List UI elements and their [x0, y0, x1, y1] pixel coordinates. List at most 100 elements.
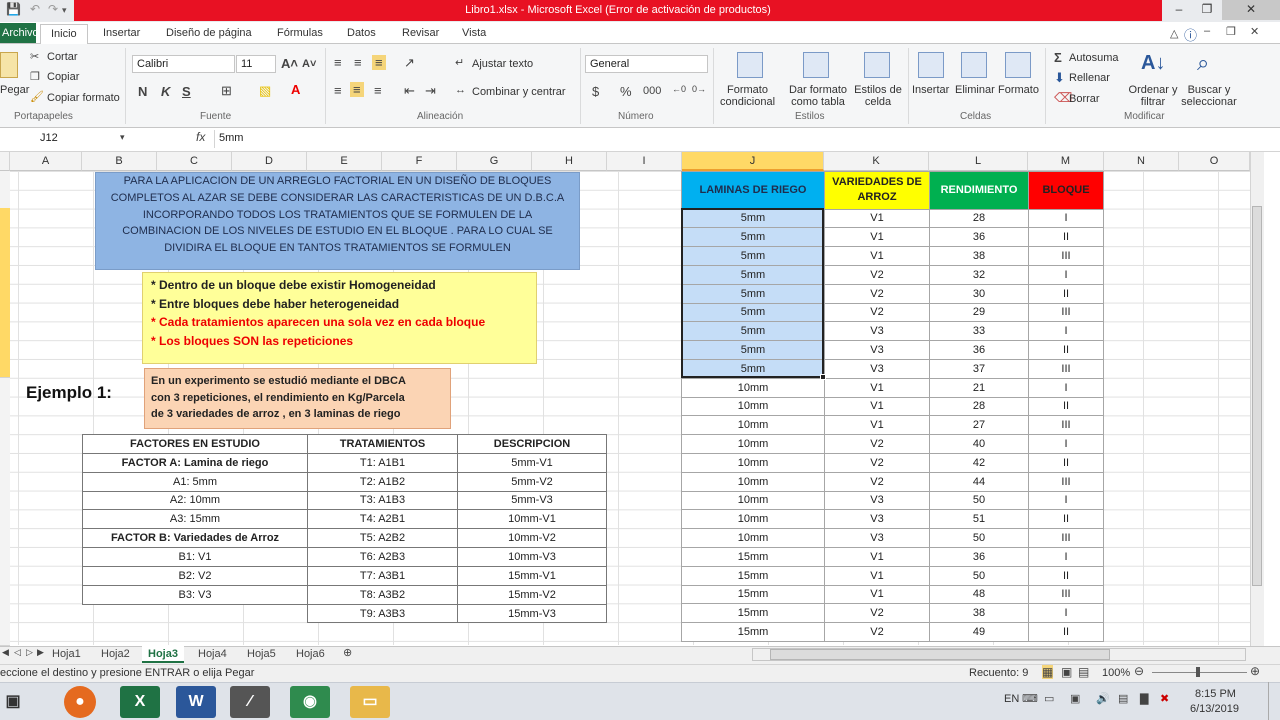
cell-laminas[interactable]: 5mm	[681, 208, 825, 229]
column-header[interactable]: I	[607, 152, 682, 171]
cell-laminas[interactable]: 10mm	[681, 415, 825, 436]
column-header[interactable]: N	[1104, 152, 1179, 171]
cell-rendimiento[interactable]: 49	[929, 622, 1029, 642]
cell-laminas[interactable]: 10mm	[681, 490, 825, 511]
cell-rendimiento[interactable]: 28	[929, 208, 1029, 229]
align-bottom-icon[interactable]: ≡	[372, 55, 386, 70]
cell-variedad[interactable]: V3	[824, 490, 930, 511]
cell-variedad[interactable]: V3	[824, 340, 930, 360]
column-header[interactable]: G	[457, 152, 532, 171]
column-header[interactable]: E	[307, 152, 382, 171]
bold-button[interactable]: N	[138, 84, 147, 99]
first-sheet-icon[interactable]: ◀	[2, 647, 9, 658]
cell-rendimiento[interactable]: 48	[929, 584, 1029, 605]
increase-decimal-icon[interactable]: ←0	[672, 84, 686, 94]
column-header[interactable]: C	[157, 152, 232, 171]
paste-button[interactable]: Pegar	[0, 84, 29, 96]
cell-bloque[interactable]: I	[1028, 321, 1104, 342]
font-size-select[interactable]: 11	[236, 55, 276, 73]
cell-bloque[interactable]: III	[1028, 302, 1104, 323]
cell-variedad[interactable]: V3	[824, 509, 930, 530]
redo-icon[interactable]: ↷	[48, 2, 58, 16]
cell-variedad[interactable]: V1	[824, 377, 930, 398]
cell-variedad[interactable]: V2	[824, 471, 930, 492]
insert-cells-button[interactable]: Insertar	[912, 84, 949, 96]
new-sheet-icon[interactable]: ⊕	[343, 646, 352, 659]
zoom-in-icon[interactable]: ⊕	[1250, 664, 1260, 678]
power-icon[interactable]: ✖	[1160, 692, 1169, 705]
tab-datos[interactable]: Datos	[347, 27, 376, 39]
cell-rendimiento[interactable]: 37	[929, 358, 1029, 379]
cell-laminas[interactable]: 15mm	[681, 603, 825, 624]
cell-variedad[interactable]: V1	[824, 396, 930, 417]
undo-icon[interactable]: ↶	[30, 2, 40, 16]
tab-diseno-pagina[interactable]: Diseño de página	[166, 27, 252, 39]
page-layout-icon[interactable]: ▣	[1061, 665, 1072, 679]
increase-indent-icon[interactable]: ⇥	[425, 83, 436, 99]
cell-bloque[interactable]: III	[1028, 584, 1104, 605]
cut-button[interactable]: Cortar	[47, 51, 78, 63]
cell-bloque[interactable]: III	[1028, 415, 1104, 436]
cell-laminas[interactable]: 5mm	[681, 321, 825, 342]
cell-laminas[interactable]: 10mm	[681, 509, 825, 530]
decrease-decimal-icon[interactable]: 0→	[692, 84, 706, 94]
zoom-out-icon[interactable]: ⊖	[1134, 664, 1144, 678]
data-table[interactable]: LAMINAS DE RIEGO VARIEDADES DE ARROZ REN…	[681, 171, 1104, 642]
cell-laminas[interactable]: 5mm	[681, 340, 825, 360]
decrease-font-icon[interactable]: A˅	[302, 58, 316, 70]
cell-variedad[interactable]: V1	[824, 546, 930, 567]
fill-button[interactable]: Rellenar	[1069, 72, 1110, 84]
format-painter-button[interactable]: Copiar formato	[47, 92, 120, 104]
font-color-icon[interactable]: A	[291, 82, 300, 97]
select-all[interactable]	[0, 152, 10, 171]
align-right-icon[interactable]: ≡	[374, 83, 382, 98]
tab-formulas[interactable]: Fórmulas	[277, 27, 323, 39]
sort-filter-button[interactable]: Ordenar y filtrar	[1128, 84, 1178, 108]
cell-rendimiento[interactable]: 50	[929, 565, 1029, 586]
column-header-selected[interactable]: J	[682, 152, 824, 171]
cell-bloque[interactable]: II	[1028, 340, 1104, 360]
align-middle-icon[interactable]: ≡	[354, 55, 362, 70]
cell-laminas[interactable]: 5mm	[681, 302, 825, 323]
next-sheet-icon[interactable]: ▷	[26, 647, 33, 658]
cell-laminas[interactable]: 15mm	[681, 565, 825, 586]
last-sheet-icon[interactable]: ▶	[37, 647, 44, 658]
cell-laminas[interactable]: 5mm	[681, 246, 825, 266]
tab-insertar[interactable]: Insertar	[103, 27, 140, 39]
find-select-button[interactable]: Buscar y seleccionar	[1178, 84, 1240, 108]
close-button[interactable]: ✕	[1222, 0, 1280, 20]
cell-laminas[interactable]: 5mm	[681, 264, 825, 285]
row-header-selected[interactable]	[0, 208, 10, 378]
zoom-level[interactable]: 100%	[1102, 667, 1130, 679]
volume-icon[interactable]: 🔊	[1096, 692, 1110, 705]
tab-vista[interactable]: Vista	[462, 27, 486, 39]
cell-rendimiento[interactable]: 51	[929, 509, 1029, 530]
sheet-tab-hoja5[interactable]: Hoja5	[241, 646, 282, 663]
name-box-dropdown-icon[interactable]: ▾	[120, 132, 125, 143]
copy-button[interactable]: Copiar	[47, 71, 79, 83]
fill-handle[interactable]	[820, 374, 826, 380]
minimize-workbook-icon[interactable]: –	[1204, 25, 1210, 37]
show-desktop-button[interactable]	[1268, 682, 1280, 720]
borders-icon[interactable]: ⊞	[221, 83, 232, 99]
cell-bloque[interactable]: II	[1028, 452, 1104, 473]
cell-variedad[interactable]: V2	[824, 302, 930, 323]
language-indicator[interactable]: EN	[1004, 693, 1019, 705]
cell-laminas[interactable]: 10mm	[681, 434, 825, 454]
merge-center-button[interactable]: Combinar y centrar	[472, 86, 566, 98]
keyboard-icon[interactable]: ⌨	[1022, 692, 1038, 705]
column-header[interactable]: M	[1028, 152, 1104, 171]
percent-button[interactable]: %	[620, 84, 632, 99]
cell-rendimiento[interactable]: 36	[929, 227, 1029, 248]
collapse-ribbon-icon[interactable]: △	[1170, 27, 1178, 40]
column-header[interactable]: F	[382, 152, 457, 171]
restore-workbook-icon[interactable]: ❐	[1226, 25, 1236, 38]
tab-inicio[interactable]: Inicio	[40, 24, 88, 45]
cell-bloque[interactable]: I	[1028, 490, 1104, 511]
cell-rendimiento[interactable]: 38	[929, 246, 1029, 266]
orientation-icon[interactable]: ↗	[404, 55, 415, 71]
cell-variedad[interactable]: V2	[824, 622, 930, 642]
cell-rendimiento[interactable]: 42	[929, 452, 1029, 473]
cell-variedad[interactable]: V1	[824, 565, 930, 586]
cell-variedad[interactable]: V1	[824, 584, 930, 605]
